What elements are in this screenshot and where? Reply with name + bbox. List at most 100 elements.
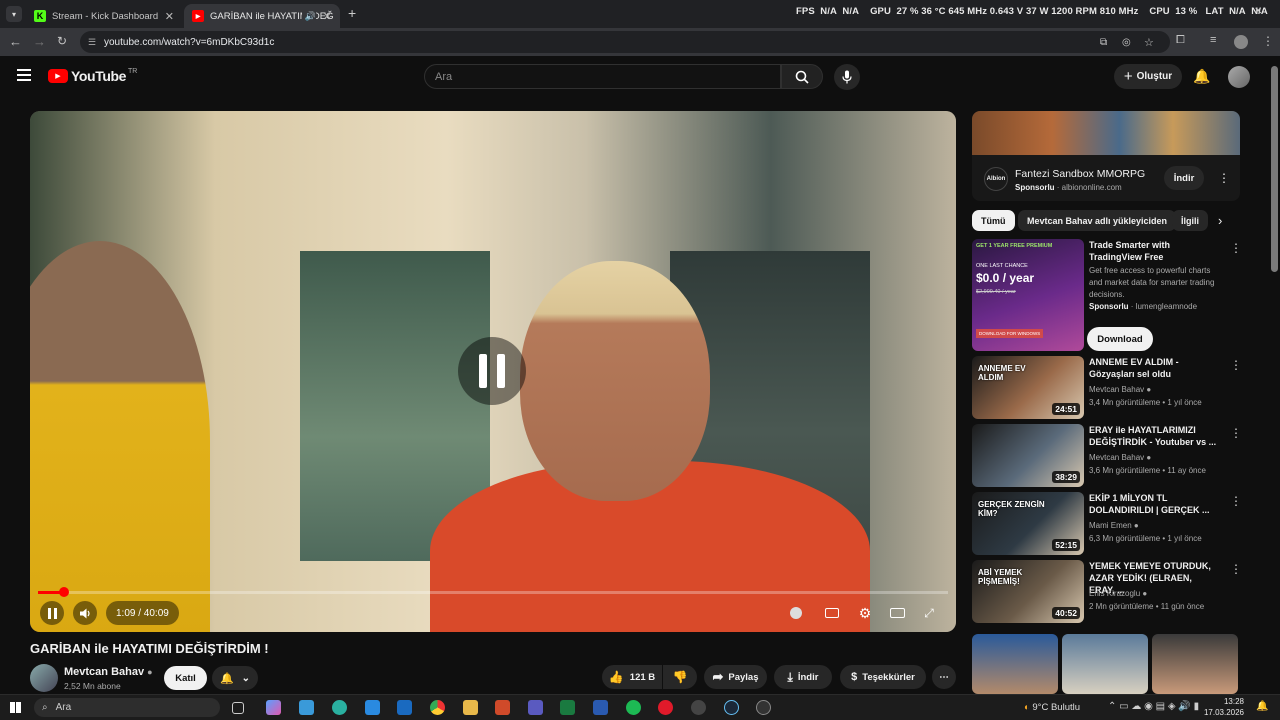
app-icon-2[interactable] [756,700,771,715]
search-button[interactable] [781,64,823,89]
close-icon[interactable]: ✕ [323,10,332,23]
outlook-icon[interactable] [397,700,412,715]
avatar[interactable] [1228,66,1250,88]
ad-menu-icon[interactable]: ⋮ [1218,171,1230,185]
chip-all[interactable]: Tümü [972,210,1015,231]
fullscreen-button[interactable]: ⤢ [917,601,941,625]
shorts-thumb-1[interactable] [972,634,1058,694]
excel-icon[interactable] [560,700,575,715]
install-icon[interactable]: ⧉ [1100,37,1107,48]
files-icon[interactable] [463,700,478,715]
copilot-icon[interactable] [266,700,281,715]
recommendation-card[interactable]: ANNEME EV ALDIM 24:51 ANNEME EV ALDIM - Gö… [972,356,1242,420]
star-icon[interactable]: ☆ [1144,36,1154,49]
app-icon[interactable] [691,700,706,715]
windows-start-icon[interactable] [10,702,21,713]
eye-off-icon[interactable]: ◎ [1122,37,1131,48]
search-input[interactable]: Ara [424,64,781,89]
share-button[interactable]: ➦ Paylaş [704,665,767,689]
store-icon[interactable] [365,700,380,715]
more-icon[interactable]: ⋮ [1230,426,1242,440]
back-icon[interactable]: ← [9,34,22,49]
reload-icon[interactable]: ↻ [57,34,67,48]
chrome-icon[interactable] [430,700,445,715]
tab-search-icon[interactable]: ▾ [6,6,22,22]
extensions-icon[interactable]: ⧠ [1176,34,1185,47]
opera-icon[interactable] [658,700,673,715]
subtitles-button[interactable] [820,601,844,625]
more-icon[interactable]: ⋮ [1230,494,1242,508]
video-meta: 3,6 Mn görüntüleme • 11 ay önce [1089,466,1206,475]
powerpoint-icon[interactable] [495,700,510,715]
tray-icons[interactable]: ⌃ ▭ ☁ ◉ ▤ ◈ 🔊 ▮ [1108,701,1199,712]
verified-icon: ● [147,667,153,677]
tab-kick-dashboard[interactable]: K Stream - Kick Dashboard ✕ [26,4,182,28]
more-actions-button[interactable]: ⋯ [932,665,956,689]
profile-icon[interactable] [1234,35,1248,49]
spotify-icon[interactable] [626,700,641,715]
word-icon[interactable] [593,700,608,715]
shorts-thumb-2[interactable] [1062,634,1148,694]
tab-youtube-video[interactable]: ▶ GARİBAN ile HAYATIMI DEĞ 🔊 ✕ [184,4,340,28]
reading-list-icon[interactable]: ≡ [1210,34,1216,46]
teams-icon[interactable] [528,700,543,715]
hamburger-icon[interactable] [17,69,31,81]
voice-search-button[interactable] [834,64,860,90]
join-button[interactable]: Katıl [164,666,207,690]
chip-related[interactable]: İlgili [1172,210,1208,231]
more-icon[interactable]: ⋮ [1230,358,1242,372]
video-player[interactable]: 1:09 / 40:09 ⚙ ⤢ [30,111,956,632]
create-button[interactable]: + Oluştur [1114,64,1182,89]
youtube-logo[interactable]: ▶ YouTube TR [48,68,137,84]
download-button[interactable]: ⤓ İndir [774,665,832,689]
channel-name[interactable]: Mevtcan Bahav ● [64,666,153,678]
weather-widget[interactable]: ◐ 9°C Bulutlu [1024,702,1080,713]
edge-icon[interactable] [332,700,347,715]
pause-overlay-button[interactable] [458,337,526,405]
notifications-button[interactable]: 🔔 ⌄ [212,666,258,690]
sponsored-download-button[interactable]: Download [1087,327,1153,351]
progress-bar[interactable] [38,587,948,597]
youtube-favicon-icon: ▶ [192,10,204,22]
site-info-icon[interactable]: ☰ [88,37,96,48]
ad-card[interactable]: Albion Fantezi Sandbox MMORPG Sponsorlu … [972,155,1240,201]
autoplay-toggle[interactable] [784,601,808,625]
menu-dots-icon[interactable]: ⋮ [1262,34,1274,48]
thumbnail-text: ABİ YEMEK PİŞMEMİŞ! [978,568,1023,586]
channel-avatar[interactable] [30,664,58,692]
recommendation-card[interactable]: ABİ YEMEK PİŞMEMİŞ! 40:52 YEMEK YEMEYE OTU… [972,560,1242,624]
notifications-icon[interactable]: 🔔 [1193,68,1210,85]
ad-banner[interactable] [972,111,1240,155]
shorts-thumb-3[interactable] [1152,634,1238,694]
close-icon[interactable]: ✕ [165,10,174,23]
sponsored-card[interactable]: GET 1 YEAR FREE PREMIUM ONE LAST CHANCE … [972,239,1242,351]
like-button[interactable]: 👍 121 B [602,665,662,689]
more-icon[interactable]: ⋮ [1230,562,1242,576]
recommendation-card[interactable]: GERÇEK ZENGİN KİM? 52:15 EKİP 1 MİLYON TL … [972,492,1242,556]
verified-icon: ● [1142,589,1148,598]
steam-icon[interactable] [724,700,739,715]
url-field[interactable]: ☰ youtube.com/watch?v=6mDKbC93d1c ⧉ ◎ ☆ [80,31,1170,53]
play-pause-button[interactable] [40,601,64,625]
chip-from-uploader[interactable]: Mevtcan Bahav adlı yükleyiciden [1018,210,1177,231]
dislike-button[interactable]: 👎 [663,665,697,689]
taskbar-search[interactable]: ⌕ Ara [34,698,220,717]
page-scrollbar[interactable] [1271,66,1278,272]
video-thumbnail: GERÇEK ZENGİN KİM? 52:15 [972,492,1084,555]
thanks-button[interactable]: $ Teşekkürler [840,665,926,689]
subscriber-count: 2,52 Mn abone [64,681,121,691]
chevron-right-icon[interactable]: › [1218,213,1222,228]
ad-download-button[interactable]: İndir [1164,166,1204,190]
photos-icon[interactable] [299,700,314,715]
clock[interactable]: 13:28 17.03.2026 [1196,696,1244,718]
more-icon[interactable]: ⋮ [1230,241,1242,255]
new-tab-button[interactable]: + [348,5,356,21]
recommendation-card[interactable]: 38:29 ERAY ile HAYATLARIMIZI DEĞİŞTİRDİK … [972,424,1242,488]
settings-button[interactable]: ⚙ [853,601,877,625]
speaker-icon[interactable]: 🔊 [301,10,316,22]
forward-icon[interactable]: → [33,34,46,49]
theater-mode-button[interactable] [885,601,909,625]
task-view-icon[interactable] [232,702,244,714]
volume-button[interactable] [73,601,97,625]
notification-bell-icon[interactable]: 🔔 [1256,701,1268,712]
